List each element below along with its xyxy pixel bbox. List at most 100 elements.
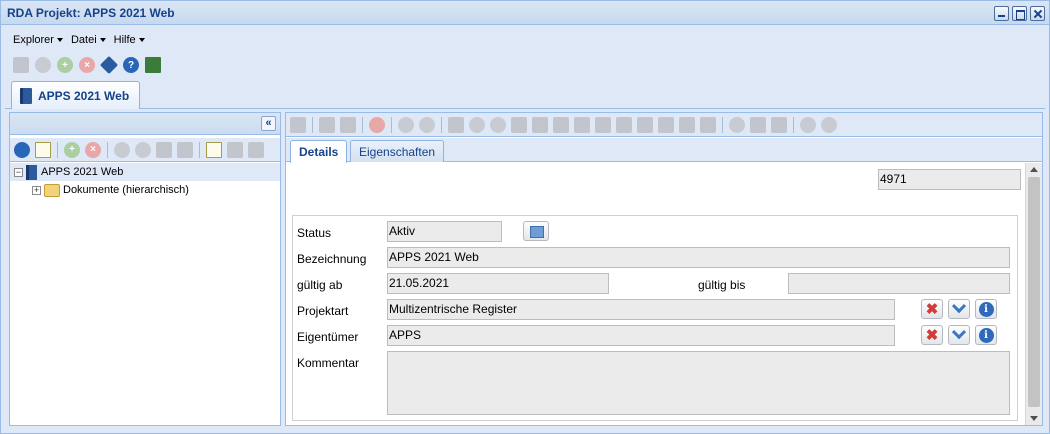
sync-icon[interactable] [469,116,485,133]
binoculars-icon[interactable] [532,116,548,133]
menu-explorer-label: Explorer [13,34,54,46]
link-icon[interactable] [227,141,243,158]
expand-node-icon[interactable]: + [32,185,41,195]
table-delete-icon[interactable] [574,116,590,133]
chevron-down-icon [951,299,967,314]
vertical-scrollbar[interactable] [1025,163,1042,425]
close-icon: ✖ [925,326,939,344]
menu-hilfe-label: Hilfe [113,34,136,46]
document-export-icon[interactable] [35,141,51,158]
table-add-icon[interactable] [553,116,569,133]
lock-icon[interactable] [340,116,356,133]
folder-icon [44,183,60,197]
history-icon[interactable] [800,116,816,133]
maximize-button[interactable] [1012,6,1027,21]
gueltig-bis-label: gültig bis [698,278,746,292]
eigentuemer-field[interactable]: APPS [387,325,895,346]
details-panel: Details Eigenschaften 4971 Status Aktiv … [285,112,1043,426]
close-button[interactable] [1030,6,1045,21]
detail-tab-strip: Details Eigenschaften [286,138,1042,163]
edit-status-button[interactable] [523,221,549,241]
shield-icon[interactable] [821,116,837,133]
tree-node-label: Dokumente (hierarchisch) [63,184,189,196]
explorer-panel: « + × − APPS 2021 Web + Dokumente (hiera… [9,112,281,426]
minimize-button[interactable] [994,6,1009,21]
menu-bar: Explorer Datei Hilfe [5,29,1045,51]
delete-icon[interactable]: × [85,141,101,158]
toolbar-separator [107,141,108,158]
menu-datei[interactable]: Datei [71,34,106,46]
toolbar-separator [362,116,363,133]
gueltig-ab-field[interactable]: 21.05.2021 [387,273,609,294]
delete-icon[interactable]: × [79,57,95,73]
info-projektart-button[interactable]: i [975,299,997,319]
upload-icon[interactable] [448,116,464,133]
tree-node-root[interactable]: − APPS 2021 Web [10,163,280,181]
save-icon[interactable] [13,57,29,73]
details-form: 4971 Status Aktiv Bezeichnung APPS 2021 … [286,163,1024,425]
projektart-field[interactable]: Multizentrische Register [387,299,895,320]
new-document-icon[interactable] [206,141,222,158]
add-icon[interactable]: + [64,141,80,158]
search-icon[interactable] [729,116,745,133]
help-icon[interactable]: ? [123,57,139,73]
collapse-node-icon[interactable]: − [14,167,23,177]
gueltig-bis-field[interactable] [788,273,1010,294]
chart-icon[interactable] [511,116,527,133]
lock-icon[interactable] [637,116,653,133]
table-edit-icon[interactable] [595,116,611,133]
tab-eigenschaften[interactable]: Eigenschaften [350,140,445,162]
scroll-thumb[interactable] [1028,177,1040,407]
filter-icon[interactable] [177,141,193,158]
undo-icon[interactable] [35,57,51,73]
select-projektart-button[interactable] [948,299,970,319]
menu-explorer[interactable]: Explorer [13,34,63,46]
document-icon[interactable] [700,116,716,133]
edit-icon[interactable] [319,116,335,133]
users-icon[interactable] [248,141,264,158]
id-field[interactable]: 4971 [878,169,1021,190]
add-icon[interactable]: + [57,57,73,73]
chevron-down-icon [56,38,63,42]
save-icon[interactable] [290,116,306,133]
chevron-down-icon [138,38,145,42]
bezeichnung-field[interactable]: APPS 2021 Web [387,247,1010,268]
close-icon: ✖ [925,300,939,318]
bezeichnung-label: Bezeichnung [297,252,367,266]
move-icon[interactable] [114,141,130,158]
scroll-up-icon[interactable] [1030,167,1038,172]
tab-label: APPS 2021 Web [38,88,130,103]
menu-hilfe[interactable]: Hilfe [114,34,145,46]
book-icon [26,164,37,180]
info-eigentuemer-button[interactable]: i [975,325,997,345]
explorer-header: « [10,113,280,135]
transfer-icon[interactable] [679,116,695,133]
tab-apps-2021-web[interactable]: APPS 2021 Web [11,81,141,109]
move-all-icon[interactable] [135,141,151,158]
clear-eigentuemer-button[interactable]: ✖ [921,325,943,345]
kommentar-field[interactable] [387,351,1010,415]
info-icon[interactable] [490,116,506,133]
cube-icon[interactable] [99,55,119,75]
cancel-icon[interactable] [369,116,385,133]
explorer-toolbar: + × [10,138,280,162]
globe-icon[interactable] [14,141,30,158]
app-window: RDA Projekt: APPS 2021 Web Explorer Date… [0,0,1050,434]
select-eigentuemer-button[interactable] [948,325,970,345]
scroll-down-icon[interactable] [1030,416,1038,421]
gueltig-ab-label: gültig ab [297,278,343,292]
expand-icon[interactable] [156,141,172,158]
clear-projektart-button[interactable]: ✖ [921,299,943,319]
status-field[interactable]: Aktiv [387,221,502,242]
back-icon[interactable] [398,116,414,133]
main-toolbar: + × ? [5,53,1045,77]
pdf-icon[interactable] [771,116,787,133]
tree-node-dokumente[interactable]: + Dokumente (hierarchisch) [10,181,280,199]
link-icon[interactable] [616,116,632,133]
exit-icon[interactable] [145,57,161,73]
report-icon[interactable] [750,116,766,133]
tab-details[interactable]: Details [290,140,348,163]
forward-icon[interactable] [419,116,435,133]
collapse-panel-button[interactable]: « [261,116,276,131]
unlock-icon[interactable] [658,116,674,133]
